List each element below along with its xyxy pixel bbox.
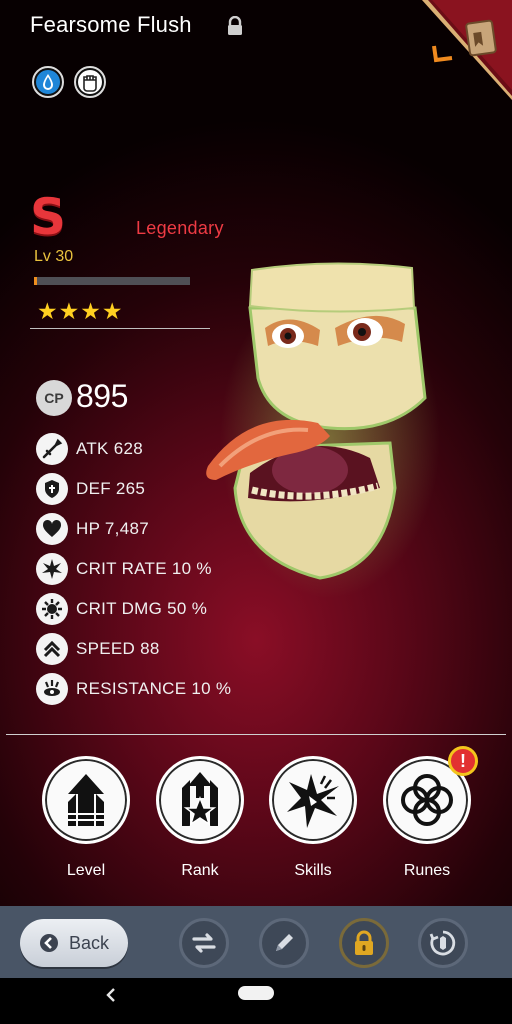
rarity-label: Legendary	[136, 218, 224, 238]
stat-row-hp: HP 7,487	[36, 513, 149, 545]
stat-label: DEF 265	[76, 479, 146, 498]
shield-icon	[36, 473, 68, 505]
xp-bar-fill	[34, 277, 37, 285]
system-nav-bar	[0, 978, 512, 1024]
stat-label: CRIT DMG 50 %	[76, 599, 208, 618]
rank-letter: S	[30, 188, 67, 246]
swap-button[interactable]	[179, 918, 229, 968]
stat-label: RESISTANCE 10 %	[76, 679, 232, 698]
name-lock-icon[interactable]	[226, 15, 244, 36]
divider	[30, 328, 210, 329]
rename-button[interactable]	[259, 918, 309, 968]
level-label: Lv 30	[34, 248, 74, 265]
sword-icon	[36, 433, 68, 465]
evolve-button[interactable]	[418, 918, 468, 968]
cp-value: 895	[76, 378, 128, 414]
action-label: Level	[66, 862, 106, 879]
rename-icon	[276, 934, 293, 951]
system-back-icon[interactable]	[104, 985, 118, 1011]
stat-row-crit-rate: CRIT RATE 10 %	[36, 553, 212, 585]
stat-row-speed: SPEED 88	[36, 633, 160, 665]
speed-icon	[36, 633, 68, 665]
action-label: Rank	[181, 862, 219, 879]
rank-up-icon	[156, 756, 244, 844]
monster-name: Fearsome Flush	[30, 12, 192, 37]
lock-icon	[355, 930, 373, 955]
back-label: Back	[68, 932, 110, 953]
stat-row-atk: ATK 628	[36, 433, 143, 465]
heart-icon	[36, 513, 68, 545]
resistance-icon	[36, 673, 68, 705]
chevron-left-icon	[39, 934, 58, 952]
evolve-icon	[429, 930, 456, 956]
crit-rate-icon	[36, 553, 68, 585]
stat-row-def: DEF 265	[36, 473, 145, 505]
water-drop-icon	[32, 66, 64, 98]
stat-row-crit-dmg: CRIT DMG 50 %	[36, 593, 207, 625]
action-label: Runes	[403, 862, 451, 879]
crit-dmg-icon	[36, 593, 68, 625]
lock-button[interactable]	[339, 918, 389, 968]
stat-row-resistance: RESISTANCE 10 %	[36, 673, 231, 705]
runes-alert-badge: !	[448, 746, 478, 776]
swap-icon	[192, 933, 216, 953]
skills-button[interactable]: Skills	[267, 756, 359, 880]
xp-bar-track	[34, 277, 190, 285]
system-home-pill[interactable]	[238, 986, 274, 1000]
level-button[interactable]: Level	[40, 756, 132, 880]
level-up-icon	[42, 756, 130, 844]
divider	[6, 734, 506, 735]
fist-icon	[74, 66, 106, 98]
codex-book-icon[interactable]	[412, 0, 512, 100]
stat-label: ATK 628	[76, 439, 143, 458]
monster-illustration	[190, 258, 440, 598]
action-label: Skills	[294, 862, 332, 879]
cp-badge: CP	[36, 380, 72, 416]
star-rating: ★★★★	[37, 298, 124, 324]
stat-label: SPEED 88	[76, 639, 160, 658]
stat-label: HP 7,487	[76, 519, 149, 538]
skills-icon	[269, 756, 357, 844]
back-button[interactable]: Back	[20, 919, 128, 967]
rank-button[interactable]: Rank	[154, 756, 246, 880]
